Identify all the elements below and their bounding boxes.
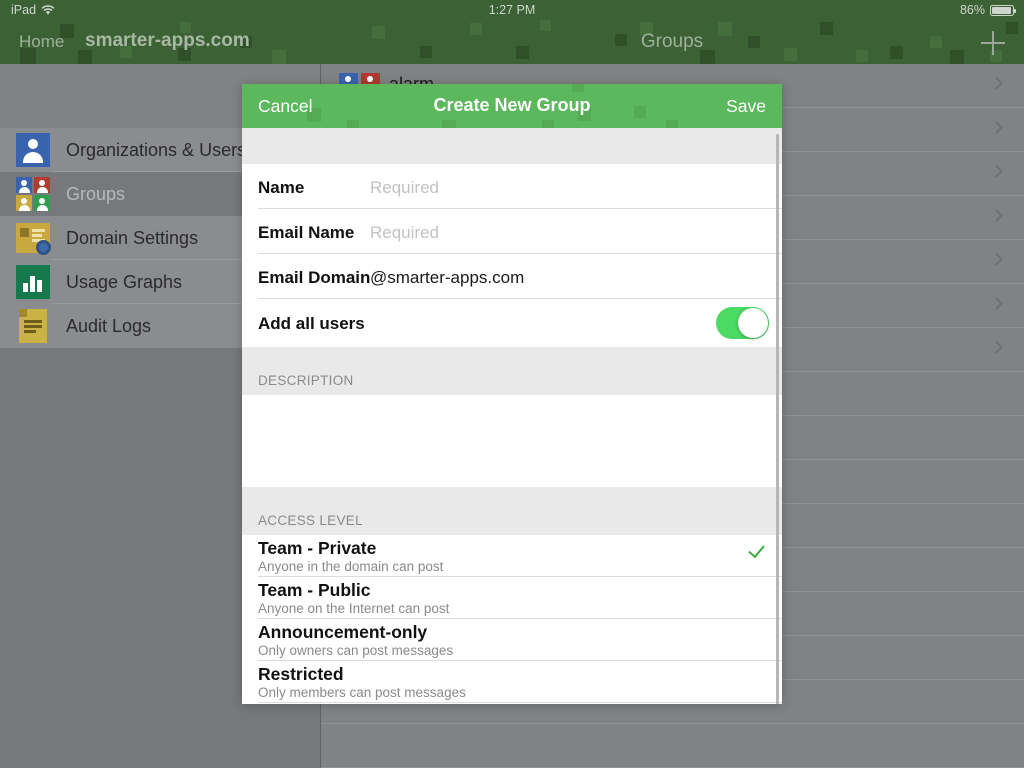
checkmark-icon <box>748 540 765 559</box>
description-textarea[interactable] <box>242 395 782 487</box>
create-new-group-modal: Cancel Create New Group Save Name Requir… <box>242 84 782 704</box>
email-name-input[interactable]: Required <box>370 223 439 243</box>
access-level-section-header: ACCESS LEVEL <box>242 487 782 535</box>
chevron-right-icon <box>990 297 1003 310</box>
add-all-users-label: Add all users <box>258 314 365 333</box>
save-button[interactable]: Save <box>726 96 766 117</box>
chevron-right-icon <box>990 341 1003 354</box>
battery-percent: 86% <box>959 3 985 17</box>
document-icon <box>16 309 50 343</box>
email-domain-value: @smarter-apps.com <box>370 268 525 287</box>
modal-header: Cancel Create New Group Save <box>242 84 782 128</box>
access-level-header-label: ACCESS LEVEL <box>258 513 363 528</box>
add-all-users-row[interactable]: Add all users <box>242 299 782 347</box>
chevron-right-icon <box>990 77 1003 90</box>
table-row[interactable] <box>321 724 1024 768</box>
chevron-right-icon <box>990 121 1003 134</box>
option-title: Restricted <box>258 664 344 684</box>
navigation-bar: iPad 1:27 PM 86% Home smarter-apps.com G… <box>0 0 1024 64</box>
option-subtitle: Anyone on the Internet can post <box>258 601 450 616</box>
add-all-users-toggle[interactable] <box>716 307 769 339</box>
group-grid-icon <box>16 177 50 211</box>
access-level-option-team-private[interactable]: Team - Private Anyone in the domain can … <box>242 535 782 577</box>
battery-icon <box>990 4 1016 16</box>
name-input[interactable]: Required <box>370 178 439 198</box>
chevron-right-icon <box>990 209 1003 222</box>
sidebar-item-label: Organizations & Users <box>66 139 247 160</box>
bar-chart-icon <box>16 265 50 299</box>
vertical-scrollbar[interactable] <box>776 134 779 704</box>
email-name-field-row[interactable]: Email Name Required <box>242 209 782 254</box>
top-section-gap <box>242 128 782 164</box>
option-title: Team - Private <box>258 538 377 558</box>
name-field-row[interactable]: Name Required <box>242 164 782 209</box>
sidebar-item-label: Audit Logs <box>66 315 152 336</box>
option-title: Announcement-only <box>258 622 428 642</box>
access-level-option-announcement-only[interactable]: Announcement-only Only owners can post m… <box>242 619 782 661</box>
email-domain-field-row: Email Domain @smarter-apps.com <box>242 254 782 299</box>
settings-card-icon <box>16 221 51 255</box>
access-level-option-team-public[interactable]: Team - Public Anyone on the Internet can… <box>242 577 782 619</box>
status-time: 1:27 PM <box>488 3 536 17</box>
description-section-header: DESCRIPTION <box>242 347 782 395</box>
person-icon <box>16 133 50 167</box>
chevron-right-icon <box>990 253 1003 266</box>
modal-title: Create New Group <box>433 95 591 115</box>
email-name-field-label: Email Name <box>258 223 355 242</box>
domain-title: smarter-apps.com <box>85 30 250 51</box>
plus-icon[interactable] <box>981 31 1005 55</box>
option-subtitle: Only owners can post messages <box>258 643 454 658</box>
name-field-label: Name <box>258 178 305 197</box>
option-title: Team - Public <box>258 580 371 600</box>
sidebar-item-label: Usage Graphs <box>66 271 183 292</box>
sidebar-item-label: Domain Settings <box>66 227 199 248</box>
description-header-label: DESCRIPTION <box>258 373 354 388</box>
chevron-right-icon <box>990 165 1003 178</box>
page-title: Groups <box>640 31 704 52</box>
back-button-home[interactable]: Home <box>19 32 64 52</box>
nav-bar-master: Home smarter-apps.com <box>0 20 320 64</box>
status-bar: iPad 1:27 PM 86% <box>0 0 1024 20</box>
modal-body: Name Required Email Name Required Email … <box>242 128 782 704</box>
access-level-option-restricted[interactable]: Restricted Only members can post message… <box>242 661 782 703</box>
sidebar-item-label: Groups <box>66 183 126 204</box>
email-domain-field-label: Email Domain <box>258 268 371 287</box>
option-subtitle: Only members can post messages <box>258 685 466 700</box>
option-subtitle: Anyone in the domain can post <box>258 559 444 574</box>
nav-bar-detail: Groups <box>320 20 1024 64</box>
